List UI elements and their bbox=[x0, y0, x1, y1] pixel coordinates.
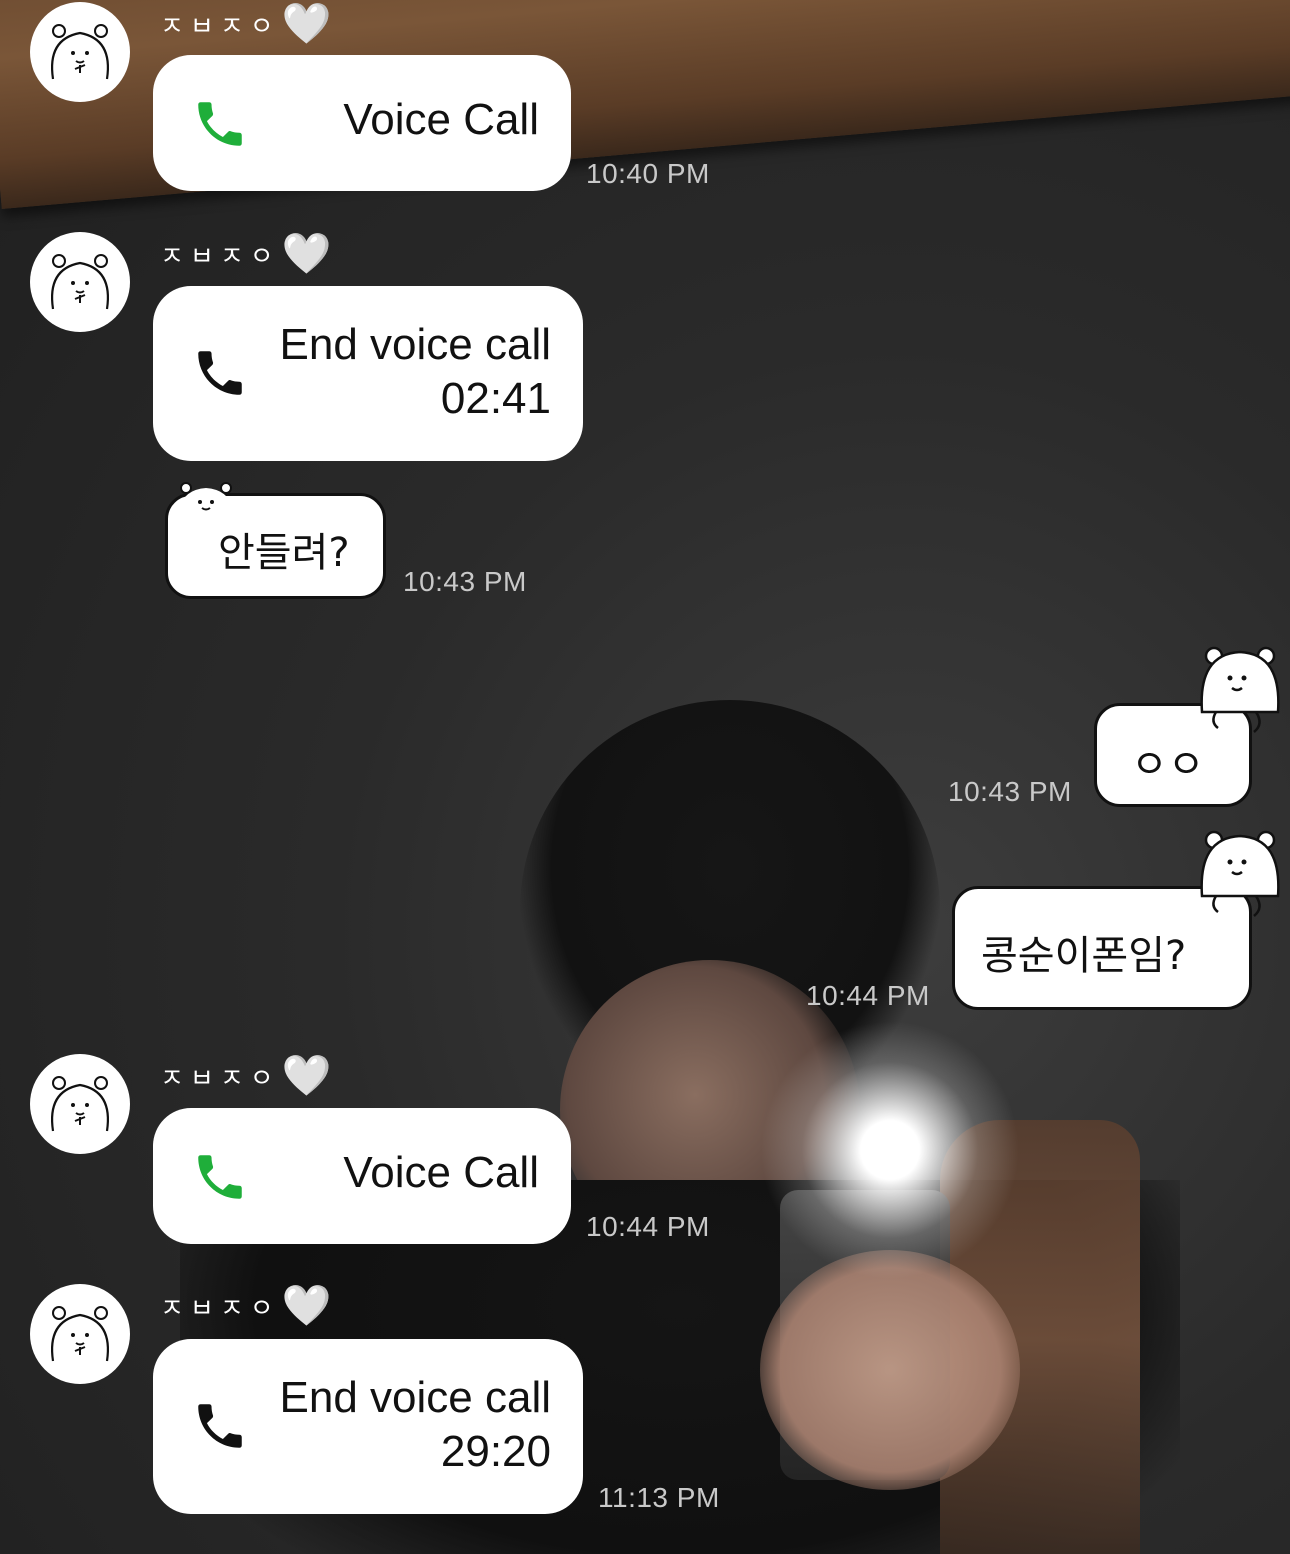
bear-sticker-icon bbox=[178, 482, 234, 520]
white-heart-icon: 🤍 bbox=[281, 1, 332, 47]
phone-icon bbox=[198, 1404, 242, 1448]
message-timestamp: 10:44 PM bbox=[586, 1211, 710, 1242]
chat-message-list: ㅈㅂㅈㅇ 🤍 Voice Call 10:40 PM ㅈㅂㅈㅇ 🤍 End voic… bbox=[0, 0, 1290, 1554]
sender-name-text: ㅈㅂㅈㅇ bbox=[160, 1063, 280, 1094]
phone-icon bbox=[198, 102, 242, 146]
white-heart-icon: 🤍 bbox=[281, 231, 332, 277]
bear-sticker-icon bbox=[1200, 646, 1280, 733]
sender-avatar[interactable] bbox=[30, 232, 130, 332]
white-heart-icon: 🤍 bbox=[281, 1283, 332, 1329]
sender-avatar[interactable] bbox=[30, 2, 130, 102]
bear-sticker-icon bbox=[1200, 830, 1280, 917]
call-label: Voice Call bbox=[343, 1148, 539, 1197]
end-voice-call-bubble[interactable]: End voice call 02:41 bbox=[153, 286, 583, 461]
voice-call-bubble[interactable]: Voice Call bbox=[153, 55, 571, 191]
message-timestamp: 10:44 PM bbox=[806, 980, 930, 1011]
call-label: Voice Call bbox=[343, 95, 539, 144]
bear-avatar-icon bbox=[51, 24, 109, 80]
bear-avatar-icon bbox=[51, 1306, 109, 1362]
sticker-message-bubble[interactable]: 안들려? bbox=[165, 482, 386, 599]
message-timestamp: 10:40 PM bbox=[586, 158, 710, 189]
phone-icon bbox=[198, 351, 242, 395]
sender-avatar[interactable] bbox=[30, 1054, 130, 1154]
sender-name: ㅈㅂㅈㅇ 🤍 bbox=[160, 234, 332, 274]
bear-avatar-icon bbox=[51, 254, 109, 310]
sender-avatar[interactable] bbox=[30, 1284, 130, 1384]
sender-name-text: ㅈㅂㅈㅇ bbox=[160, 241, 280, 272]
voice-call-bubble[interactable]: Voice Call bbox=[153, 1108, 571, 1244]
call-duration: 02:41 bbox=[440, 374, 551, 423]
call-label: End voice call 29:20 bbox=[280, 1371, 551, 1479]
call-duration: 29:20 bbox=[440, 1427, 551, 1476]
call-label: End voice call 02:41 bbox=[280, 318, 551, 426]
end-call-label: End voice call bbox=[279, 320, 551, 369]
bear-avatar-icon bbox=[51, 1076, 109, 1132]
sender-name: ㅈㅂㅈㅇ 🤍 bbox=[160, 1056, 332, 1096]
sender-name: ㅈㅂㅈㅇ 🤍 bbox=[160, 4, 332, 44]
message-timestamp: 10:43 PM bbox=[403, 566, 527, 597]
white-heart-icon: 🤍 bbox=[281, 1053, 332, 1099]
end-voice-call-bubble[interactable]: End voice call 29:20 bbox=[153, 1339, 583, 1514]
phone-icon bbox=[198, 1155, 242, 1199]
sender-name-text: ㅈㅂㅈㅇ bbox=[160, 11, 280, 42]
message-timestamp: 10:43 PM bbox=[948, 776, 1072, 807]
sticker-message-text: 안들려? bbox=[218, 530, 350, 576]
end-call-label: End voice call bbox=[279, 1373, 551, 1422]
sender-name-text: ㅈㅂㅈㅇ bbox=[160, 1293, 280, 1324]
sender-name: ㅈㅂㅈㅇ 🤍 bbox=[160, 1286, 332, 1326]
sticker-message-text: 콩순이폰임? bbox=[981, 933, 1187, 979]
message-timestamp: 11:13 PM bbox=[598, 1482, 720, 1513]
